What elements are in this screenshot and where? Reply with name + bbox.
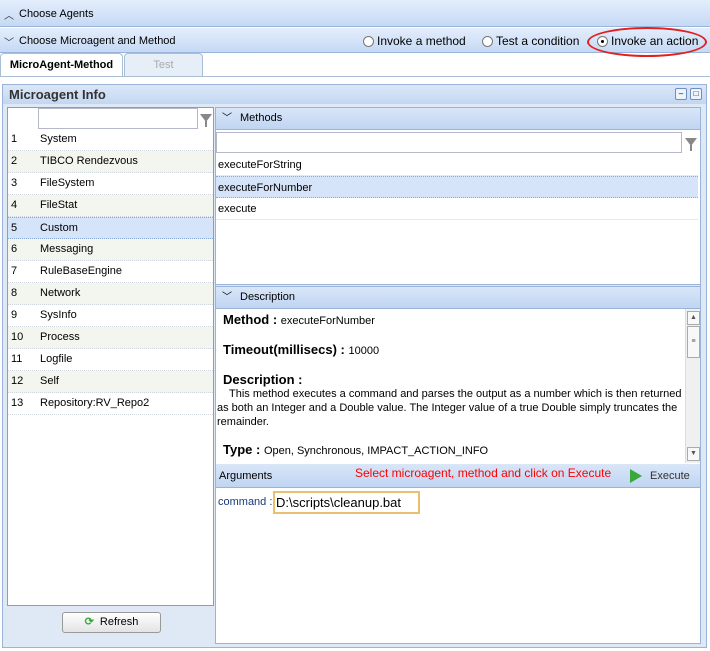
tab-test[interactable]: Test	[124, 53, 203, 76]
command-input[interactable]: D:\scripts\cleanup.bat	[273, 491, 420, 514]
play-icon[interactable]	[630, 469, 642, 483]
command-label: command :	[218, 496, 273, 508]
agent-name: Network	[40, 287, 81, 299]
agent-name: Logfile	[40, 353, 73, 365]
agent-index: 9	[11, 309, 18, 321]
agent-row[interactable]: 5 Custom	[8, 217, 213, 239]
agent-name: FileSystem	[40, 177, 95, 189]
agent-row[interactable]: 12 Self	[8, 371, 213, 393]
description-text: This method executes a command and parse…	[217, 388, 682, 428]
agent-name: System	[40, 133, 77, 145]
right-pane: ﹀ Methods executeForString executeForNumb…	[215, 107, 701, 644]
agent-row[interactable]: 6 Messaging	[8, 239, 213, 261]
method-filter-input[interactable]	[216, 132, 682, 153]
agent-name: Self	[40, 375, 59, 387]
scroll-up-icon[interactable]: ▲	[687, 311, 700, 325]
agent-row[interactable]: 4 FileStat	[8, 195, 213, 217]
refresh-icon: ⟳	[84, 616, 94, 628]
choose-agents-header[interactable]: ︿ Choose Agents	[0, 0, 710, 27]
maximize-button[interactable]: □	[690, 88, 702, 100]
agent-row[interactable]: 13 Repository:RV_Repo2	[8, 393, 213, 415]
agent-index: 2	[11, 155, 18, 167]
chevron-down-icon: ﹀	[4, 38, 14, 49]
agent-row[interactable]: 3 FileSystem	[8, 173, 213, 195]
radio-invoke-method[interactable]: Invoke a method	[363, 34, 466, 48]
method-item[interactable]: executeForString	[216, 154, 698, 176]
agent-index: 4	[11, 199, 18, 211]
tab-divider	[0, 76, 710, 77]
agent-filter-input[interactable]	[38, 108, 198, 129]
agent-name: Repository:RV_Repo2	[40, 397, 150, 409]
chevron-up-icon: ︿	[4, 11, 14, 22]
agent-name: SysInfo	[40, 309, 77, 321]
scroll-down-icon[interactable]: ▼	[687, 447, 700, 461]
agent-list: 1 System 2 TIBCO Rendezvous 3 FileSystem 4 File…	[7, 107, 214, 606]
agent-row[interactable]: 7 RuleBaseEngine	[8, 261, 213, 283]
agent-name: Messaging	[40, 243, 94, 255]
agent-name: Process	[40, 331, 80, 343]
agent-row[interactable]: 2 TIBCO Rendezvous	[8, 151, 213, 173]
agent-row[interactable]: 8 Network	[8, 283, 213, 305]
agent-name: FileStat	[40, 199, 78, 211]
execute-button[interactable]: Execute	[650, 464, 690, 488]
choose-agents-label: Choose Agents	[19, 8, 94, 20]
methods-header[interactable]: ﹀ Methods	[216, 108, 700, 130]
highlight-circle	[587, 27, 707, 57]
scrollbar[interactable]: ▲ ≡ ▼	[685, 309, 700, 463]
minimize-button[interactable]: –	[675, 88, 687, 100]
agent-index: 13	[11, 397, 24, 409]
tab-microagent-method[interactable]: MicroAgent-Method	[0, 53, 123, 76]
agent-index: 8	[11, 287, 18, 299]
agent-row[interactable]: 1 System	[8, 129, 213, 151]
agent-index: 6	[11, 243, 18, 255]
agent-index: 1	[11, 133, 18, 145]
filter-icon[interactable]	[200, 114, 212, 127]
method-item[interactable]: execute	[216, 198, 698, 220]
description-header[interactable]: ﹀ Description	[216, 287, 700, 309]
agent-index: 3	[11, 177, 18, 189]
agent-row[interactable]: 11 Logfile	[8, 349, 213, 371]
arguments-header: Arguments Select microagent, method and …	[216, 464, 700, 488]
agent-index: 12	[11, 375, 24, 387]
panel-title: Microagent Info	[3, 85, 706, 104]
description-content: Method : executeForNumber Timeout(millis…	[216, 309, 700, 464]
agent-index: 5	[11, 222, 18, 234]
agent-name: TIBCO Rendezvous	[40, 155, 138, 167]
radio-test-condition[interactable]: Test a condition	[482, 34, 579, 48]
agent-index: 10	[11, 331, 24, 343]
agent-index: 11	[11, 353, 23, 365]
method-item-selected[interactable]: executeForNumber	[216, 176, 698, 198]
hint-text: Select microagent, method and click on E…	[355, 466, 612, 480]
agent-row[interactable]: 9 SysInfo	[8, 305, 213, 327]
filter-icon[interactable]	[685, 138, 697, 151]
chevron-down-icon: ﹀	[222, 113, 232, 124]
choose-microagent-label: Choose Microagent and Method	[19, 35, 176, 47]
agent-name: RuleBaseEngine	[40, 265, 122, 277]
chevron-down-icon: ﹀	[222, 292, 232, 303]
refresh-button[interactable]: ⟳ Refresh	[62, 612, 161, 633]
agent-row[interactable]: 10 Process	[8, 327, 213, 349]
agent-index: 7	[11, 265, 18, 277]
agent-name: Custom	[40, 222, 78, 234]
scroll-thumb[interactable]: ≡	[687, 326, 700, 358]
